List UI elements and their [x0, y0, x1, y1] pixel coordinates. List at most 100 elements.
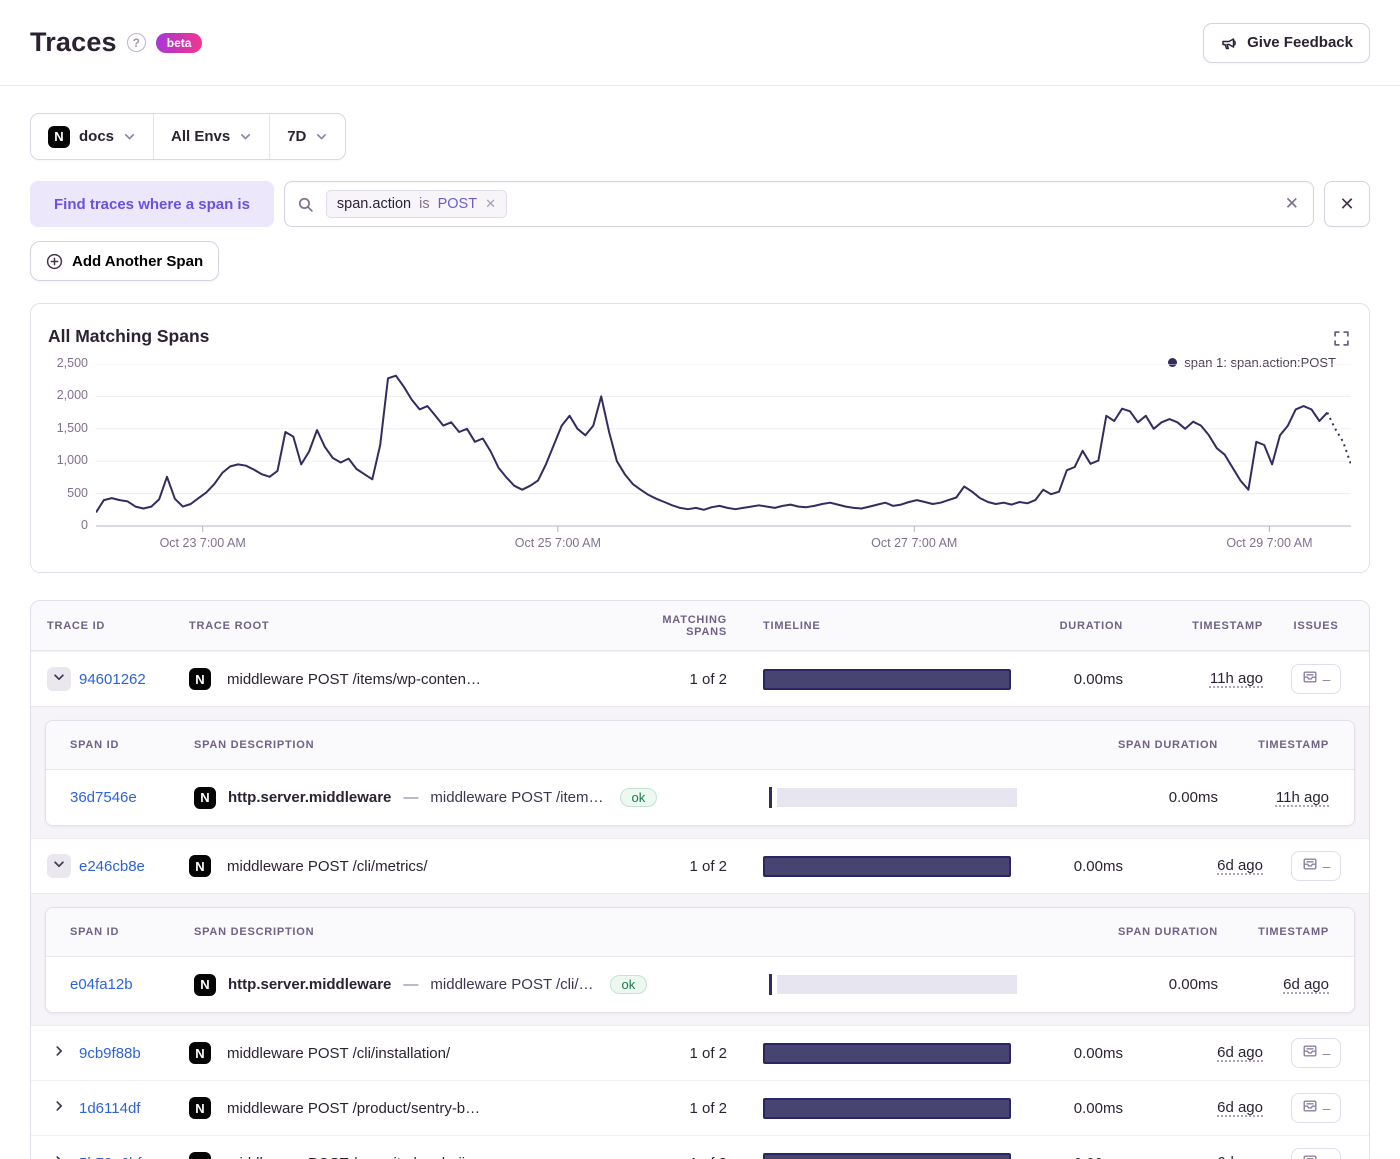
span-query-row: Find traces where a span is span.action … [30, 181, 1370, 227]
trace-root-cell: Nmiddleware POST /items/wp-conten… [189, 668, 643, 690]
search-clear-icon[interactable]: ✕ [1285, 194, 1299, 214]
chevron-down-icon [52, 670, 66, 689]
nextjs-project-icon: N [189, 1097, 211, 1119]
trace-root-text: middleware POST /items/wp-conten… [227, 671, 481, 688]
span-id-link[interactable]: 36d7546e [70, 789, 194, 806]
token-remove-icon[interactable]: ✕ [485, 196, 496, 212]
span-timestamp-cell: 11h ago [1229, 789, 1342, 807]
matching-spans-count: 1 of 2 [643, 858, 763, 875]
duration-value: 0.00ms [1013, 671, 1133, 688]
trace-expand-chevron[interactable] [47, 1041, 71, 1065]
trace-row[interactable]: e246cb8eNmiddleware POST /cli/metrics/1 … [31, 838, 1369, 893]
span-timestamp-value[interactable]: 11h ago [1276, 789, 1329, 806]
line-chart-canvas[interactable] [96, 364, 1351, 536]
span-id-link[interactable]: e04fa12b [70, 976, 194, 993]
close-icon: ✕ [1339, 194, 1354, 215]
spans-sub-table-header: Span IDSpan DescriptionSpan DurationTime… [46, 721, 1354, 770]
chevron-right-icon [52, 1154, 66, 1159]
date-range-filter[interactable]: 7D [269, 114, 345, 159]
timeline-bar[interactable] [763, 1098, 1011, 1119]
remove-query-button[interactable]: ✕ [1324, 181, 1370, 227]
chevron-down-icon [239, 130, 252, 143]
environment-filter[interactable]: All Envs [153, 114, 269, 159]
trace-expand-chevron[interactable] [47, 1096, 71, 1120]
give-feedback-button[interactable]: Give Feedback [1203, 23, 1370, 63]
trace-id-cell: 1d6114df [79, 1100, 189, 1117]
timestamp-value[interactable]: 6d ago [1217, 1099, 1263, 1116]
timeline-bar[interactable] [763, 1043, 1011, 1064]
page-filter-bar: N docs All Envs 7D [30, 113, 346, 160]
issues-button[interactable]: – [1291, 1093, 1341, 1123]
trace-id-link[interactable]: 94601262 [79, 671, 189, 688]
inbox-tray-icon [1302, 1153, 1318, 1159]
col-trace-id: Trace ID [47, 620, 189, 632]
dash-separator: — [403, 789, 418, 806]
timeline-cell [763, 1043, 1013, 1064]
col-span-duration: Span Duration [1019, 926, 1229, 938]
timestamp-value[interactable]: 6d ago [1217, 1044, 1263, 1061]
page-title: Traces [30, 27, 117, 58]
issues-button[interactable]: – [1291, 1038, 1341, 1068]
nextjs-project-icon: N [189, 855, 211, 877]
expand-cell [47, 1096, 79, 1120]
x-axis-tick-label: Oct 25 7:00 AM [515, 536, 601, 550]
col-issues: Issues [1273, 620, 1359, 632]
trace-id-cell: e246cb8e [79, 858, 189, 875]
issues-button[interactable]: – [1291, 851, 1341, 881]
trace-root-text: middleware POST /cli/installation/ [227, 1045, 450, 1062]
expand-cell [47, 1041, 79, 1065]
trace-root-cell: Nmiddleware POST /cli/metrics/ [189, 855, 643, 877]
col-span-duration: Span Duration [1019, 739, 1229, 751]
col-trace-root: Trace Root [189, 620, 643, 632]
inbox-tray-icon [1302, 1098, 1318, 1119]
issues-empty-dash: – [1323, 1155, 1331, 1159]
timeline-bar[interactable] [763, 669, 1011, 690]
span-timestamp-value[interactable]: 6d ago [1283, 976, 1329, 993]
span-row[interactable]: 36d7546eNhttp.server.middleware—middlewa… [46, 770, 1354, 825]
expand-cell [47, 1151, 79, 1159]
project-filter[interactable]: N docs [31, 114, 153, 159]
y-axis-tick-label: 1,500 [36, 421, 88, 435]
issues-empty-dash: – [1323, 858, 1331, 874]
span-timeline-track[interactable] [777, 975, 1017, 994]
nextjs-project-icon: N [189, 1042, 211, 1064]
trace-expand-chevron[interactable] [47, 667, 71, 691]
trace-row[interactable]: 94601262Nmiddleware POST /items/wp-conte… [31, 651, 1369, 706]
x-axis-tick-label: Oct 27 7:00 AM [871, 536, 957, 550]
trace-id-link[interactable]: 1d6114df [79, 1100, 189, 1117]
timestamp-value[interactable]: 6d ago [1217, 857, 1263, 874]
search-filter-token[interactable]: span.action is POST ✕ [326, 190, 507, 218]
chevron-down-icon [52, 857, 66, 876]
expand-cell [47, 854, 79, 878]
timestamp-cell: 11h ago [1133, 670, 1273, 688]
span-timeline-track[interactable] [777, 788, 1017, 807]
issues-empty-dash: – [1323, 1100, 1331, 1116]
trace-row[interactable]: 9cb9f88bNmiddleware POST /cli/installati… [31, 1025, 1369, 1080]
fullscreen-expand-icon[interactable] [1333, 330, 1350, 352]
nextjs-project-icon: N [189, 1152, 211, 1159]
trace-root-text: middleware POST /cli/metrics/ [227, 858, 428, 875]
timeline-bar[interactable] [763, 856, 1011, 877]
token-key: span.action [337, 196, 411, 212]
trace-row[interactable]: 5b72a6bfNmiddleware POST /security-legal… [31, 1135, 1369, 1159]
chevron-right-icon [52, 1099, 66, 1118]
trace-expand-chevron[interactable] [47, 854, 71, 878]
timestamp-value[interactable]: 11h ago [1210, 670, 1263, 687]
issues-button[interactable]: – [1291, 1148, 1341, 1159]
span-search-input[interactable]: span.action is POST ✕ ✕ [284, 181, 1314, 227]
trace-expand-chevron[interactable] [47, 1151, 71, 1159]
timestamp-cell: 6d ago [1133, 857, 1273, 875]
trace-id-link[interactable]: 9cb9f88b [79, 1045, 189, 1062]
add-another-span-button[interactable]: Add Another Span [30, 241, 219, 281]
timestamp-value[interactable]: 6d ago [1217, 1154, 1263, 1159]
help-icon[interactable]: ? [127, 33, 146, 52]
spans-sub-table: Span IDSpan DescriptionSpan DurationTime… [45, 907, 1355, 1013]
trace-row[interactable]: 1d6114dfNmiddleware POST /product/sentry… [31, 1080, 1369, 1135]
trace-id-cell: 94601262 [79, 671, 189, 688]
trace-id-link[interactable]: e246cb8e [79, 858, 189, 875]
y-axis-tick-label: 2,500 [36, 356, 88, 370]
issues-button[interactable]: – [1291, 664, 1341, 694]
timeline-bar[interactable] [763, 1153, 1011, 1159]
span-row[interactable]: e04fa12bNhttp.server.middleware—middlewa… [46, 957, 1354, 1012]
trace-id-link[interactable]: 5b72a6bf [79, 1155, 189, 1159]
